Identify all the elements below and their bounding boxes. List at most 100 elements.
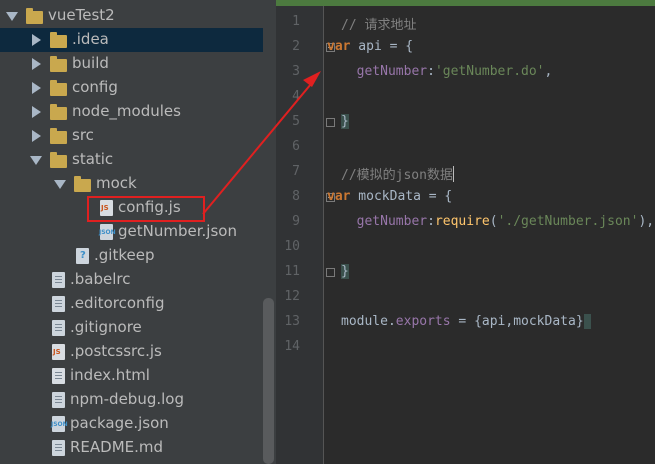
tree-item[interactable]: JS .postcssrc.js bbox=[0, 340, 263, 364]
tree-item[interactable]: .babelrc bbox=[0, 268, 263, 292]
tree-item-label: getNumber.json bbox=[118, 222, 237, 240]
tree-item-label: .idea bbox=[72, 30, 109, 48]
folder-icon bbox=[50, 104, 67, 120]
chevron-down-icon[interactable] bbox=[6, 12, 18, 21]
tree-item-label: npm-debug.log bbox=[70, 390, 184, 408]
tree-item-label: .gitignore bbox=[70, 318, 142, 336]
tree-item[interactable]: src bbox=[0, 124, 263, 148]
tree-item[interactable]: npm-debug.log bbox=[0, 388, 263, 412]
line-number: 1 bbox=[292, 14, 300, 29]
code-editor[interactable]: 1 2 3 4 5 6 7 8 9 10 11 12 13 14 // 请求地址 var api = { g… bbox=[276, 0, 655, 464]
line-number: 12 bbox=[284, 289, 300, 304]
tree-item[interactable]: JSON package.json bbox=[0, 412, 263, 436]
tree-item-label: index.html bbox=[70, 366, 150, 384]
code-comment: // 请求地址 bbox=[341, 18, 417, 33]
json-file-icon: JSON bbox=[99, 224, 116, 240]
line-number: 11 bbox=[284, 264, 300, 279]
folder-icon bbox=[50, 128, 67, 144]
folder-icon bbox=[50, 152, 67, 168]
tree-item-label: mock bbox=[96, 174, 137, 192]
chevron-down-icon[interactable] bbox=[54, 180, 66, 189]
folder-icon bbox=[26, 8, 43, 24]
project-tree-panel: vueTest2 .idea build config node_modulessrc s… bbox=[0, 0, 276, 464]
tree-item[interactable]: mock bbox=[0, 172, 263, 196]
editor-notification-bar bbox=[276, 0, 655, 6]
text-file-icon bbox=[52, 320, 65, 336]
code-line[interactable]: module.exports = {api,mockData} bbox=[341, 314, 592, 329]
html-file-icon bbox=[52, 368, 65, 384]
tree-item[interactable]: build bbox=[0, 52, 263, 76]
chevron-right-icon[interactable] bbox=[32, 34, 41, 46]
tree-item[interactable]: .gitignore bbox=[0, 316, 263, 340]
line-number: 13 bbox=[284, 314, 300, 329]
code-property: getNumber bbox=[356, 64, 428, 79]
tree-item[interactable]: vueTest2 bbox=[0, 4, 263, 28]
line-number: 9 bbox=[292, 214, 300, 229]
project-tree-scrollbar-thumb[interactable] bbox=[263, 298, 274, 464]
code-text: ( bbox=[489, 214, 498, 229]
tree-item-label: config bbox=[72, 78, 118, 96]
code-function: require bbox=[434, 214, 490, 229]
line-number: 6 bbox=[292, 139, 300, 154]
tree-item[interactable]: index.html bbox=[0, 364, 263, 388]
line-number: 2 bbox=[292, 39, 300, 54]
line-number: 8 bbox=[292, 189, 300, 204]
code-text: , bbox=[544, 64, 553, 79]
tree-item-label: vueTest2 bbox=[48, 6, 115, 24]
tree-item-label: node_modules bbox=[72, 102, 181, 120]
chevron-right-icon[interactable] bbox=[32, 130, 41, 142]
tree-item[interactable]: node_modules bbox=[0, 100, 263, 124]
tree-item-label: README.md bbox=[70, 438, 164, 456]
gutter-divider bbox=[323, 6, 324, 464]
tree-item[interactable]: README.md bbox=[0, 436, 263, 460]
text-file-icon bbox=[52, 296, 65, 312]
code-string: 'getNumber.do' bbox=[434, 64, 545, 79]
line-number: 10 bbox=[284, 239, 300, 254]
tree-item[interactable]: static bbox=[0, 148, 263, 172]
tree-item[interactable]: .idea bbox=[0, 28, 263, 52]
tree-item-label: static bbox=[72, 150, 114, 168]
text-caret bbox=[452, 166, 454, 182]
chevron-down-icon[interactable] bbox=[30, 156, 42, 165]
line-number: 7 bbox=[292, 164, 300, 179]
folder-icon bbox=[74, 176, 91, 192]
text-file-icon bbox=[52, 392, 65, 408]
code-line[interactable]: // 请求地址 bbox=[341, 14, 416, 33]
tree-item-label: .postcssrc.js bbox=[70, 342, 162, 360]
chevron-right-icon[interactable] bbox=[32, 82, 41, 94]
tree-item[interactable]: .editorconfig bbox=[0, 292, 263, 316]
brace-match-highlight bbox=[583, 314, 592, 329]
line-number: 3 bbox=[292, 64, 300, 79]
tree-item-label: src bbox=[72, 126, 94, 144]
folder-icon bbox=[50, 56, 67, 72]
tree-item-label: .babelrc bbox=[70, 270, 131, 288]
tree-item[interactable]: ? .gitkeep bbox=[0, 244, 263, 268]
code-line[interactable]: } bbox=[341, 114, 349, 129]
code-text: : bbox=[427, 64, 435, 79]
fold-marker-icon[interactable] bbox=[326, 268, 335, 277]
chevron-right-icon[interactable] bbox=[32, 58, 41, 70]
config-js-highlight-box bbox=[87, 196, 205, 222]
text-file-icon bbox=[52, 440, 65, 456]
code-line[interactable]: //模拟的json数据 bbox=[341, 164, 454, 183]
code-line[interactable]: } bbox=[341, 264, 349, 279]
chevron-right-icon[interactable] bbox=[32, 106, 41, 118]
code-text: ), bbox=[638, 214, 655, 229]
code-text: : bbox=[427, 214, 435, 229]
code-brace: } bbox=[341, 264, 349, 279]
code-keyword: var bbox=[327, 39, 351, 54]
code-line[interactable]: getNumber:require('./getNumber.json'), bbox=[341, 214, 654, 229]
folder-icon bbox=[50, 32, 67, 48]
fold-marker-icon[interactable] bbox=[326, 118, 335, 127]
tree-item[interactable]: JSON getNumber.json bbox=[0, 220, 263, 244]
code-line[interactable]: var api = { bbox=[327, 39, 413, 54]
tree-item[interactable]: config bbox=[0, 76, 263, 100]
unknown-file-icon: ? bbox=[76, 248, 89, 264]
tree-item-label: .gitkeep bbox=[94, 246, 155, 264]
folder-icon bbox=[50, 80, 67, 96]
code-keyword: var bbox=[327, 189, 351, 204]
code-line[interactable]: var mockData = { bbox=[327, 189, 452, 204]
code-line[interactable]: getNumber:'getNumber.do', bbox=[341, 64, 553, 79]
code-text: module. bbox=[341, 314, 396, 329]
line-number: 5 bbox=[292, 114, 300, 129]
